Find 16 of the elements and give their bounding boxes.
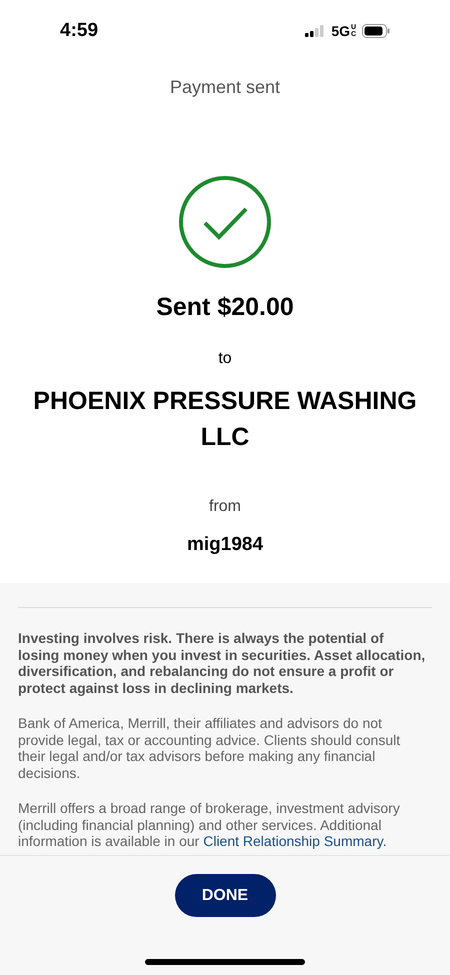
network-label: 5G	[331, 24, 350, 38]
page-title: Payment sent	[170, 76, 280, 99]
battery-icon	[362, 24, 390, 38]
disclosure-paragraph: Investing involves risk. There is always the potential of losing money when you invest in securities. Asset allocation, diversification, and rebalancing do not ensure a profit or protect against loss in declining markets.	[18, 630, 426, 696]
from-label: from	[209, 496, 241, 516]
sent-amount: Sent $20.00	[156, 292, 294, 323]
client-relationship-summary-link[interactable]: Client Relationship Summary.	[203, 833, 387, 849]
recipient-name: PHOENIX PRESSURE WASHING LLC	[32, 386, 418, 452]
checkmark-circle-icon	[178, 175, 272, 269]
done-button[interactable]: DONE	[174, 874, 276, 917]
status-time: 4:59	[60, 18, 98, 43]
disclosure-paragraph: Merrill offers a broad range of brokerage, investment advisory (including financial planning) and other services. Additional information is available in our Client Relationship Summary.	[18, 800, 401, 850]
disclosure-paragraph: Bank of America, Merrill, their affiliates and advisors do not provide legal, tax or accounting advice. Clients should consult their legal and/or tax advisors before making any financial decisions.	[18, 715, 402, 781]
signal-icon	[305, 25, 326, 37]
sender-name: mig1984	[186, 532, 264, 556]
to-label: to	[218, 348, 232, 368]
